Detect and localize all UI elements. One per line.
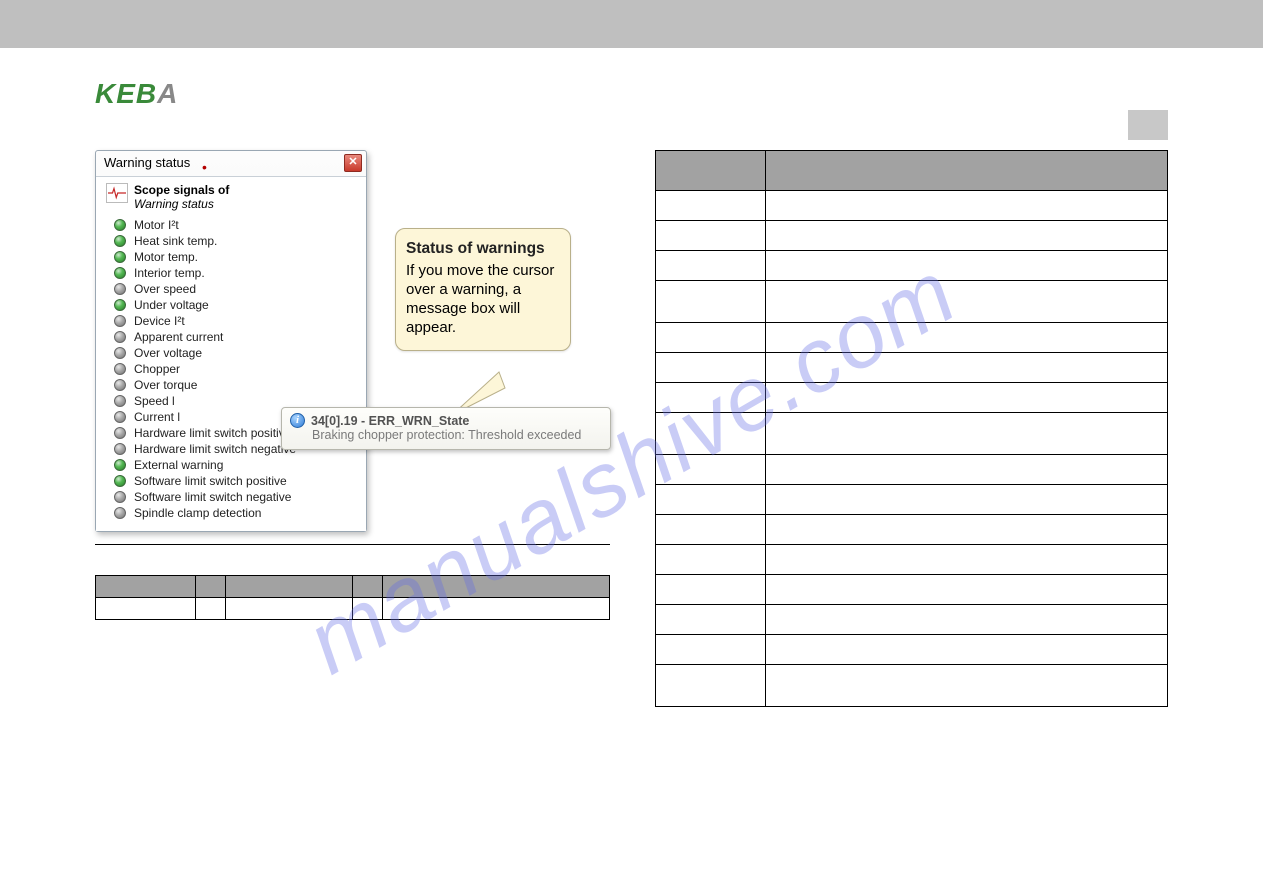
table-row	[656, 575, 1168, 605]
logo-main: KEB	[95, 78, 157, 109]
status-led-icon	[114, 347, 126, 359]
table-row	[96, 598, 610, 620]
top-gray-bar	[0, 0, 1263, 48]
table-row	[656, 281, 1168, 323]
signal-label: Chopper	[134, 362, 180, 376]
status-led-icon	[114, 315, 126, 327]
table-header-row	[96, 576, 610, 598]
signal-row[interactable]: Apparent current	[102, 329, 360, 345]
status-led-icon	[114, 507, 126, 519]
status-led-icon	[114, 379, 126, 391]
status-led-icon	[114, 331, 126, 343]
status-led-icon	[114, 283, 126, 295]
table-row	[656, 455, 1168, 485]
status-led-icon	[114, 299, 126, 311]
table-row	[656, 485, 1168, 515]
status-led-icon	[114, 411, 126, 423]
info-icon: i	[290, 413, 305, 428]
status-led-icon	[114, 491, 126, 503]
signal-row[interactable]: Heat sink temp.	[102, 233, 360, 249]
table-row	[656, 605, 1168, 635]
window-close-button[interactable]: ✕	[344, 154, 362, 172]
logo-last: A	[157, 78, 178, 109]
status-led-icon	[114, 395, 126, 407]
signal-row[interactable]: External warning	[102, 457, 360, 473]
signal-label: Over torque	[134, 378, 197, 392]
scope-header-row: Scope signals of Warning status	[102, 183, 360, 211]
tooltip-body: Braking chopper protection: Threshold ex…	[290, 428, 602, 442]
signal-label: Speed l	[134, 394, 175, 408]
titlebar-dot-icon: •	[202, 159, 207, 175]
signal-label: Over voltage	[134, 346, 202, 360]
signal-row[interactable]: Software limit switch positive	[102, 473, 360, 489]
table-row	[656, 323, 1168, 353]
status-led-icon	[114, 427, 126, 439]
figure-divider	[95, 544, 610, 545]
callout-bubble: Status of warnings If you move the curso…	[395, 228, 571, 351]
status-led-icon	[114, 443, 126, 455]
signal-row[interactable]: Over speed	[102, 281, 360, 297]
signal-row[interactable]: Over torque	[102, 377, 360, 393]
table-row	[656, 413, 1168, 455]
callout-heading: Status of warnings	[406, 239, 560, 259]
table-row	[656, 635, 1168, 665]
window-titlebar: Warning status • ✕	[96, 151, 366, 177]
signal-label: Heat sink temp.	[134, 234, 217, 248]
signal-row[interactable]: Software limit switch negative	[102, 489, 360, 505]
scope-subheading: Warning status	[134, 197, 229, 211]
signal-row[interactable]: Interior temp.	[102, 265, 360, 281]
signal-label: Current l	[134, 410, 180, 424]
pulse-icon	[106, 183, 128, 203]
table-row	[656, 383, 1168, 413]
signal-label: Hardware limit switch positive	[134, 426, 291, 440]
signal-row[interactable]: Motor I²t	[102, 217, 360, 233]
table-row	[656, 545, 1168, 575]
signal-label: Apparent current	[134, 330, 223, 344]
signal-label: Device I²t	[134, 314, 185, 328]
signal-row[interactable]: Over voltage	[102, 345, 360, 361]
left-small-table	[95, 575, 610, 620]
signal-label: Spindle clamp detection	[134, 506, 261, 520]
brand-logo: KEBA	[95, 78, 1168, 110]
scope-heading: Scope signals of	[134, 183, 229, 197]
table-row	[656, 221, 1168, 251]
status-led-icon	[114, 363, 126, 375]
header-placeholder-box	[1128, 110, 1168, 140]
table-row	[656, 353, 1168, 383]
callout-body: If you move the cursor over a warning, a…	[406, 261, 560, 338]
status-led-icon	[114, 251, 126, 263]
signal-label: Software limit switch positive	[134, 474, 287, 488]
signal-label: External warning	[134, 458, 223, 472]
signal-label: Interior temp.	[134, 266, 205, 280]
status-led-icon	[114, 459, 126, 471]
tooltip-title: 34[0].19 - ERR_WRN_State	[311, 414, 469, 428]
signal-row[interactable]: Spindle clamp detection	[102, 505, 360, 521]
status-led-icon	[114, 475, 126, 487]
table-row	[656, 251, 1168, 281]
tooltip-box: i 34[0].19 - ERR_WRN_State Braking chopp…	[281, 407, 611, 450]
signal-label: Over speed	[134, 282, 196, 296]
signal-row[interactable]: Under voltage	[102, 297, 360, 313]
signal-label: Software limit switch negative	[134, 490, 291, 504]
signal-label: Hardware limit switch negative	[134, 442, 296, 456]
status-led-icon	[114, 235, 126, 247]
table-row	[656, 665, 1168, 707]
signal-label: Motor I²t	[134, 218, 179, 232]
right-large-table	[655, 150, 1168, 707]
table-header-row	[656, 151, 1168, 191]
table-row	[656, 515, 1168, 545]
signal-label: Under voltage	[134, 298, 209, 312]
warning-status-window: Warning status • ✕ Scope signals of Warn…	[95, 150, 367, 532]
signal-label: Motor temp.	[134, 250, 198, 264]
table-row	[656, 191, 1168, 221]
status-led-icon	[114, 267, 126, 279]
signal-row[interactable]: Chopper	[102, 361, 360, 377]
signal-row[interactable]: Motor temp.	[102, 249, 360, 265]
signal-row[interactable]: Device I²t	[102, 313, 360, 329]
status-led-icon	[114, 219, 126, 231]
signal-list: Motor I²t Heat sink temp. Motor temp. Inter…	[102, 217, 360, 521]
window-title: Warning status	[104, 155, 190, 170]
